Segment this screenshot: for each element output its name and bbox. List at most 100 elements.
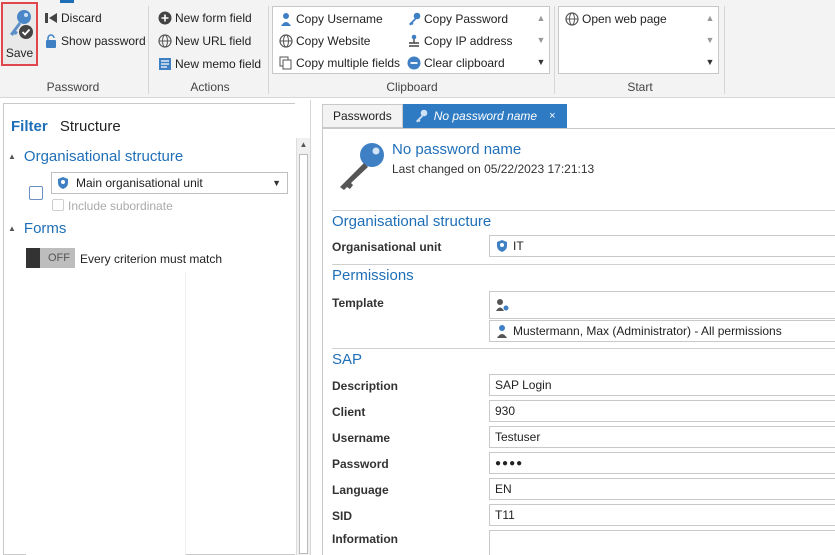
org-structure-heading: Organisational structure	[23, 148, 184, 165]
copy-ip-address-button[interactable]: Copy IP address	[406, 31, 513, 51]
ribbon-separator	[148, 6, 149, 94]
globe-icon	[278, 34, 293, 49]
language-field[interactable]: EN	[489, 478, 835, 500]
lock-icon	[43, 34, 58, 49]
scrollbar-thumb[interactable]	[299, 154, 308, 554]
toggle-state: OFF	[48, 252, 70, 264]
copy-username-button[interactable]: Copy Username	[278, 9, 383, 29]
password-group-label: Password	[46, 80, 100, 94]
password-label: Password	[332, 457, 389, 471]
sid-value: T11	[495, 508, 515, 522]
language-value: EN	[495, 482, 512, 496]
clipboard-group-label: Clipboard	[386, 80, 438, 94]
start-gallery-scroll[interactable]: ▲ ▼ ▼	[702, 7, 718, 73]
tab-passwords[interactable]: Passwords	[322, 104, 403, 128]
close-icon[interactable]: ×	[549, 110, 555, 122]
chevron-up-icon[interactable]: ▲	[533, 7, 549, 29]
tab-structure[interactable]: Structure	[60, 118, 121, 135]
clipboard-gallery-scroll[interactable]: ▲ ▼ ▼	[533, 7, 549, 73]
org-unit-icon	[56, 176, 72, 190]
copy-multiple-fields-button[interactable]: Copy multiple fields	[278, 53, 400, 73]
network-icon	[406, 34, 421, 49]
forms-list[interactable]	[26, 272, 186, 555]
scroll-up-icon[interactable]: ▲	[297, 138, 310, 152]
start-gallery: Open web page ▲ ▼ ▼	[558, 6, 719, 74]
tab-record-label: No password name	[433, 109, 538, 123]
dropdown-arrow-icon[interactable]: ▼	[272, 178, 281, 188]
org-unit-checkbox[interactable]	[29, 186, 43, 200]
divider	[332, 348, 835, 349]
tab-filter[interactable]: Filter	[11, 118, 48, 135]
sid-label: SID	[332, 509, 353, 523]
description-value: SAP Login	[495, 378, 552, 392]
org-unit-combo-value: Main organisational unit	[76, 176, 203, 190]
copy-password-button[interactable]: Copy Password	[406, 9, 508, 29]
username-label: Username	[332, 431, 391, 445]
save-button[interactable]: Save	[1, 2, 38, 66]
information-field[interactable]	[489, 530, 835, 555]
gallery-expand-icon[interactable]: ▼	[702, 51, 718, 73]
filter-tabs: Filter Structure	[11, 118, 121, 135]
description-field[interactable]: SAP Login	[489, 374, 835, 396]
forms-section[interactable]: ▲ Forms	[8, 220, 66, 237]
ribbon-separator	[268, 6, 269, 94]
template-field[interactable]	[489, 291, 835, 319]
minus-circle-icon	[406, 56, 421, 71]
open-web-page-button[interactable]: Open web page	[564, 9, 667, 29]
last-changed-text: Last changed on 05/22/2023 17:21:13	[392, 162, 595, 176]
discard-icon	[43, 11, 58, 26]
include-subordinate-checkbox[interactable]	[52, 199, 64, 211]
collapse-icon[interactable]: ▲	[8, 152, 16, 161]
username-value: Testuser	[495, 430, 541, 444]
password-field[interactable]: ●●●●	[489, 452, 835, 474]
org-unit-icon	[495, 239, 509, 253]
ribbon-tab-indicator	[60, 0, 74, 3]
sap-heading: SAP	[332, 351, 363, 368]
permission-entry[interactable]: Mustermann, Max (Administrator) - All pe…	[489, 320, 835, 342]
criterion-toggle[interactable]: OFF	[26, 248, 75, 268]
copy-multiple-fields-label: Copy multiple fields	[296, 56, 401, 70]
copy-website-button[interactable]: Copy Website	[278, 31, 370, 51]
show-password-button[interactable]: Show password	[43, 31, 146, 51]
clear-clipboard-button[interactable]: Clear clipboard	[406, 53, 505, 73]
key-icon	[340, 143, 384, 190]
client-field[interactable]: 930	[489, 400, 835, 422]
discard-button[interactable]: Discard	[43, 8, 102, 28]
new-url-field-button[interactable]: New URL field	[157, 31, 251, 51]
save-label: Save	[5, 46, 34, 60]
new-memo-field-button[interactable]: New memo field	[157, 54, 261, 74]
chevron-up-icon[interactable]: ▲	[702, 7, 718, 29]
divider	[332, 210, 835, 211]
include-subordinate-label: Include subordinate	[68, 199, 173, 213]
permissions-heading: Permissions	[332, 267, 414, 284]
org-structure-section[interactable]: ▲ Organisational structure	[8, 148, 183, 165]
chevron-down-icon[interactable]: ▼	[533, 29, 549, 51]
tab-password-record[interactable]: No password name ×	[402, 104, 567, 128]
copy-password-label: Copy Password	[424, 12, 509, 26]
open-web-page-label: Open web page	[582, 12, 667, 26]
gallery-expand-icon[interactable]: ▼	[533, 51, 549, 73]
username-field[interactable]: Testuser	[489, 426, 835, 448]
filter-panel-scrollbar[interactable]: ▲	[296, 138, 310, 555]
new-form-field-button[interactable]: New form field	[157, 8, 252, 28]
org-unit-field[interactable]: IT	[489, 235, 835, 257]
collapse-icon[interactable]: ▲	[8, 224, 16, 233]
start-group-label: Start	[627, 80, 653, 94]
key-icon	[414, 109, 428, 123]
ribbon-separator	[554, 6, 555, 94]
globe-icon	[157, 34, 172, 49]
org-unit-combo[interactable]: Main organisational unit ▼	[51, 172, 288, 194]
permission-value: Mustermann, Max (Administrator) - All pe…	[513, 324, 782, 338]
filter-panel: Filter Structure ▲ Organisational struct…	[0, 100, 311, 555]
ribbon-separator	[724, 6, 725, 94]
key-save-icon	[10, 10, 33, 39]
copy-ip-address-label: Copy IP address	[424, 34, 513, 48]
template-icon	[495, 298, 509, 312]
chevron-down-icon[interactable]: ▼	[702, 29, 718, 51]
sid-field[interactable]: T11	[489, 504, 835, 526]
information-label: Information	[332, 532, 398, 546]
copy-username-label: Copy Username	[296, 12, 383, 26]
password-value: ●●●●	[495, 457, 524, 469]
template-label: Template	[332, 296, 384, 310]
document-tabs: Passwords No password name ×	[322, 104, 567, 128]
